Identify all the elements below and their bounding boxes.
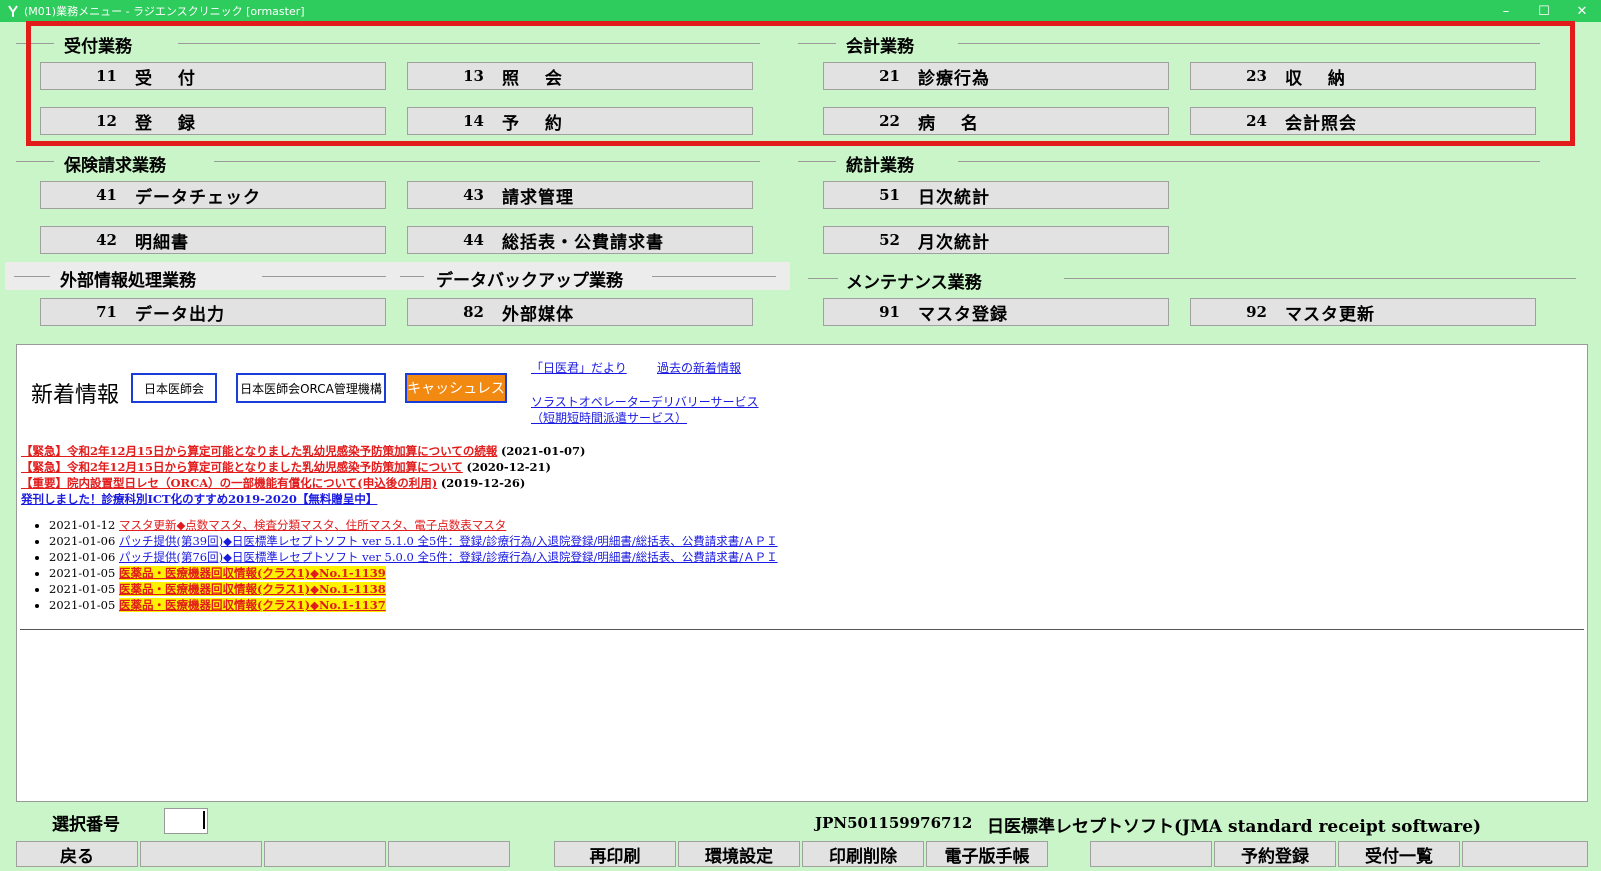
menu-button-91[interactable]: 91 マスタ登録 (823, 298, 1169, 326)
menu-button-44[interactable]: 44 総括表・公費請求書 (407, 226, 753, 254)
app-icon (6, 4, 20, 18)
text-caret (203, 811, 205, 829)
solast-link[interactable]: ソラストオペレーターデリバリーサービス (531, 393, 759, 410)
section-rule (1064, 278, 1576, 279)
e-handbook-button[interactable]: 電子版手帳 (926, 841, 1048, 867)
function-key-4[interactable] (388, 841, 510, 867)
highlight-annotation (26, 21, 1575, 146)
news-link[interactable]: 医薬品・医療機器回収情報(クラス1)◆No.1-1137 (118, 598, 386, 612)
print-delete-button[interactable]: 印刷削除 (802, 841, 924, 867)
function-key-12[interactable] (1462, 841, 1588, 867)
section-rule (798, 161, 836, 162)
cashless-link[interactable]: キャッシュレス (405, 373, 507, 403)
title-bar: (M01)業務メニュー - ラジエンスクリニック [ormaster] – ☐ … (0, 0, 1601, 22)
reprint-button[interactable]: 再印刷 (554, 841, 676, 867)
alert-link[interactable]: 【緊急】令和2年12月15日から算定可能となりました乳幼児感染予防策加算について (21, 460, 463, 474)
news-link[interactable]: 医薬品・医療機器回収情報(クラス1)◆No.1-1139 (118, 566, 386, 580)
environment-settings-button[interactable]: 環境設定 (678, 841, 800, 867)
section-title-external: 外部情報処理業務 (60, 271, 196, 291)
select-number-label: 選択番号 (52, 815, 120, 835)
alert-link[interactable]: 発刊しました！診療科別ICT化のすすめ2019-2020【無料贈呈中】 (21, 492, 377, 506)
alert-item: 【緊急】令和2年12月15日から算定可能となりました乳幼児感染予防策加算について… (21, 460, 551, 474)
product-name: 日医標準レセプトソフト(JMA standard receipt softwar… (987, 817, 1482, 837)
jpn-code: JPN501159976712 (815, 814, 973, 832)
section-rule (808, 278, 838, 279)
news-link[interactable]: マスタ更新◆点数マスタ、検査分類マスタ、住所マスタ、電子点数表マスタ (119, 518, 506, 532)
alert-link[interactable]: 【緊急】令和2年12月15日から算定可能となりました乳幼児感染予防策加算について… (21, 444, 497, 458)
maximize-button[interactable]: ☐ (1525, 4, 1563, 19)
menu-button-51[interactable]: 51 日次統計 (823, 181, 1169, 209)
list-item: 2021-01-05 医薬品・医療機器回収情報(クラス1)◆No.1-1139 (49, 565, 778, 581)
list-item: 2021-01-06 パッチ提供(第76回)◆日医標準レセプトソフト ver 5… (49, 549, 778, 565)
orca-logo-link[interactable]: 日本医師会ORCA管理機構 (236, 373, 386, 403)
alert-item: 【重要】院内設置型日レセ（ORCA）の一部機能有償化について(申込後の利用) (… (21, 476, 526, 490)
list-item: 2021-01-06 パッチ提供(第39回)◆日医標準レセプトソフト ver 5… (49, 533, 778, 549)
list-item: 2021-01-05 医薬品・医療機器回収情報(クラス1)◆No.1-1138 (49, 581, 778, 597)
menu-button-52[interactable]: 52 月次統計 (823, 226, 1169, 254)
menu-button-92[interactable]: 92 マスタ更新 (1190, 298, 1536, 326)
section-rule (400, 276, 424, 277)
jma-logo-link[interactable]: 日本医師会 (131, 373, 217, 403)
alert-item: 発刊しました！診療科別ICT化のすすめ2019-2020【無料贈呈中】 (21, 491, 585, 507)
select-number-input[interactable] (164, 808, 208, 834)
menu-button-43[interactable]: 43 請求管理 (407, 181, 753, 209)
close-button[interactable]: ✕ (1563, 4, 1601, 19)
section-title-statistics: 統計業務 (846, 156, 914, 176)
list-item: 2021-01-05 医薬品・医療機器回収情報(クラス1)◆No.1-1137 (49, 597, 778, 613)
section-title-insurance: 保険請求業務 (64, 156, 166, 176)
alert-list: 【緊急】令和2年12月15日から算定可能となりました乳幼児感染予防策加算について… (21, 443, 585, 507)
reservation-register-button[interactable]: 予約登録 (1214, 841, 1336, 867)
solast-sub-link[interactable]: （短期短時間派遣サービス） (531, 409, 687, 426)
menu-button-71[interactable]: 71 データ出力 (40, 298, 386, 326)
news-list: 2021-01-12 マスタ更新◆点数マスタ、検査分類マスタ、住所マスタ、電子点… (35, 517, 778, 613)
section-rule (16, 161, 54, 162)
function-key-3[interactable] (264, 841, 386, 867)
list-item: 2021-01-12 マスタ更新◆点数マスタ、検査分類マスタ、住所マスタ、電子点… (49, 517, 778, 533)
section-rule (14, 276, 50, 277)
section-rule (262, 276, 386, 277)
function-key-2[interactable] (140, 841, 262, 867)
news-heading: 新着情報 (31, 383, 120, 408)
news-link[interactable]: パッチ提供(第39回)◆日医標準レセプトソフト ver 5.1.0 全5件：登録… (119, 534, 778, 548)
alert-link[interactable]: 【重要】院内設置型日レセ（ORCA）の一部機能有償化について(申込後の利用) (21, 476, 437, 490)
reception-list-button[interactable]: 受付一覧 (1338, 841, 1460, 867)
section-title-backup: データバックアップ業務 (436, 271, 623, 291)
past-news-link[interactable]: 過去の新着情報 (657, 359, 741, 376)
news-link[interactable]: パッチ提供(第76回)◆日医標準レセプトソフト ver 5.0.0 全5件：登録… (119, 550, 778, 564)
news-link[interactable]: 医薬品・医療機器回収情報(クラス1)◆No.1-1138 (118, 582, 386, 596)
minimize-button[interactable]: – (1487, 4, 1525, 19)
section-rule (214, 161, 760, 162)
section-rule (652, 276, 776, 277)
back-button[interactable]: 戻る (16, 841, 138, 867)
section-rule (958, 161, 1540, 162)
news-panel: 新着情報 日本医師会 日本医師会ORCA管理機構 キャッシュレス 「日医君」だよ… (16, 344, 1588, 802)
menu-button-82[interactable]: 82 外部媒体 (407, 298, 753, 326)
dayori-link[interactable]: 「日医君」だより (531, 359, 627, 376)
menu-button-41[interactable]: 41 データチェック (40, 181, 386, 209)
window-title: (M01)業務メニュー - ラジエンスクリニック [ormaster] (24, 5, 305, 18)
section-title-maintenance: メンテナンス業務 (846, 273, 982, 293)
news-divider (20, 629, 1584, 630)
function-key-9[interactable] (1090, 841, 1212, 867)
menu-button-42[interactable]: 42 明細書 (40, 226, 386, 254)
alert-item: 【緊急】令和2年12月15日から算定可能となりました乳幼児感染予防策加算について… (21, 444, 586, 458)
